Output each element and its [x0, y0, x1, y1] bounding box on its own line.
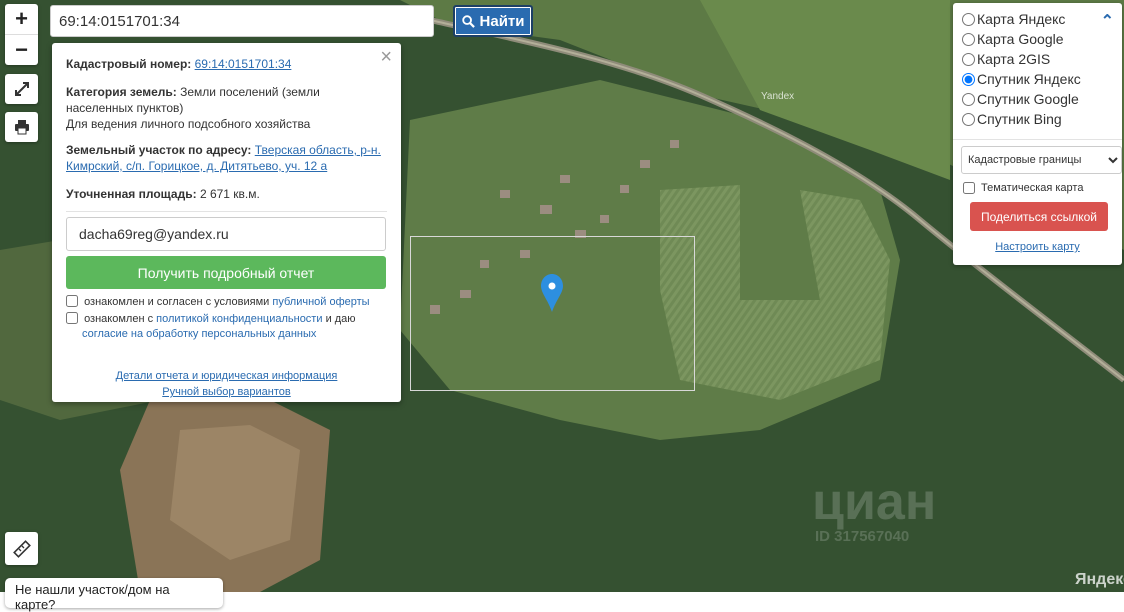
zoom-in-button[interactable]: +	[5, 4, 38, 34]
configure-map-link[interactable]: Настроить карту	[953, 241, 1122, 253]
fullscreen-button[interactable]	[5, 74, 38, 104]
privacy-consent-text: ознакомлен с	[84, 313, 154, 325]
layer-option-label: Спутник Bing	[977, 111, 1062, 127]
email-field[interactable]	[66, 217, 386, 251]
overlay-select[interactable]: Кадастровые границы	[961, 146, 1122, 174]
cadastral-label: Кадастровый номер:	[66, 57, 192, 71]
privacy-checkbox[interactable]	[66, 312, 78, 324]
thematic-map-toggle[interactable]: Тематическая карта	[961, 182, 1122, 194]
parcel-info-popup: × Кадастровый номер: 69:14:0151701:34 Ка…	[52, 43, 401, 402]
layer-option-label: Карта 2GIS	[977, 51, 1051, 67]
report-details-link[interactable]: Детали отчета и юридическая информация	[116, 370, 338, 382]
thematic-map-checkbox[interactable]	[963, 182, 975, 194]
yandex-watermark: Яндекс	[1075, 571, 1124, 588]
search-button-label: Найти	[479, 12, 525, 30]
personal-data-consent-link[interactable]: согласие на обработку персональных данны…	[82, 328, 316, 340]
public-offer-link[interactable]: публичной оферты	[272, 296, 369, 308]
close-icon[interactable]: ×	[380, 47, 392, 67]
expand-icon	[14, 82, 29, 96]
yandex-watermark-small: Yandex	[761, 91, 795, 102]
category-label: Категория земель:	[66, 85, 177, 99]
layer-option-bing-satellite[interactable]: Спутник Bing	[961, 109, 1122, 129]
offer-consent-text: ознакомлен и согласен с условиями	[84, 296, 270, 308]
get-report-button[interactable]: Получить подробный отчет	[66, 256, 386, 289]
layer-option-yandex-satellite[interactable]: Спутник Яндекс	[961, 69, 1122, 89]
thematic-map-label: Тематическая карта	[981, 182, 1084, 194]
area-value: 2 671 кв.м.	[199, 187, 260, 201]
layer-option-label: Карта Google	[977, 31, 1064, 47]
search-input[interactable]	[50, 5, 434, 37]
cadastral-number-link[interactable]: 69:14:0151701:34	[195, 57, 292, 71]
offer-consent-row: ознакомлен и согласен с условиями публич…	[66, 295, 387, 310]
printer-icon	[14, 120, 29, 135]
privacy-policy-link[interactable]: политикой конфиденциальности	[156, 313, 322, 325]
address-label: Земельный участок по адресу:	[66, 143, 252, 157]
layer-radio[interactable]	[962, 112, 975, 126]
layer-panel: ⌃ Карта Яндекс Карта Google Карта 2GIS С…	[953, 3, 1122, 265]
divider	[953, 139, 1122, 140]
print-button[interactable]	[5, 112, 38, 142]
layer-option-2gis-map[interactable]: Карта 2GIS	[961, 49, 1122, 69]
usage-value: Для ведения личного подсобного хозяйства	[66, 117, 311, 131]
layer-radio[interactable]	[962, 52, 975, 66]
privacy-consent-text-2: и даю	[325, 313, 356, 325]
search-icon	[461, 14, 475, 28]
layer-radio[interactable]	[962, 92, 975, 106]
share-link-button[interactable]: Поделиться ссылкой	[970, 202, 1108, 231]
zoom-out-button[interactable]: −	[5, 34, 38, 65]
layer-radio[interactable]	[962, 12, 975, 26]
layer-option-google-satellite[interactable]: Спутник Google	[961, 89, 1122, 109]
search-button[interactable]: Найти	[453, 5, 533, 37]
divider	[66, 211, 387, 212]
layer-option-label: Карта Яндекс	[977, 11, 1066, 27]
area-label: Уточненная площадь:	[66, 187, 197, 201]
popup-footer-links: Детали отчета и юридическая информация Р…	[66, 368, 387, 400]
cian-id-watermark: ID 317567040	[815, 528, 910, 545]
privacy-consent-row: ознакомлен с политикой конфиденциальност…	[66, 312, 387, 342]
offer-checkbox[interactable]	[66, 295, 78, 307]
chevron-up-icon[interactable]: ⌃	[1101, 11, 1114, 31]
layer-option-google-map[interactable]: Карта Google	[961, 29, 1122, 49]
layer-option-yandex-map[interactable]: Карта Яндекс	[961, 9, 1122, 29]
not-found-tip[interactable]: Не нашли участок/дом на карте?	[5, 578, 223, 612]
layer-option-label: Спутник Яндекс	[977, 71, 1081, 87]
layer-radio[interactable]	[962, 32, 975, 46]
ruler-button[interactable]	[5, 532, 38, 565]
manual-selection-link[interactable]: Ручной выбор вариантов	[162, 386, 290, 398]
zoom-control: + −	[5, 4, 38, 65]
cian-watermark: циан	[812, 473, 937, 531]
ruler-icon	[12, 539, 31, 558]
layer-option-label: Спутник Google	[977, 91, 1079, 107]
layer-radio[interactable]	[962, 72, 975, 86]
